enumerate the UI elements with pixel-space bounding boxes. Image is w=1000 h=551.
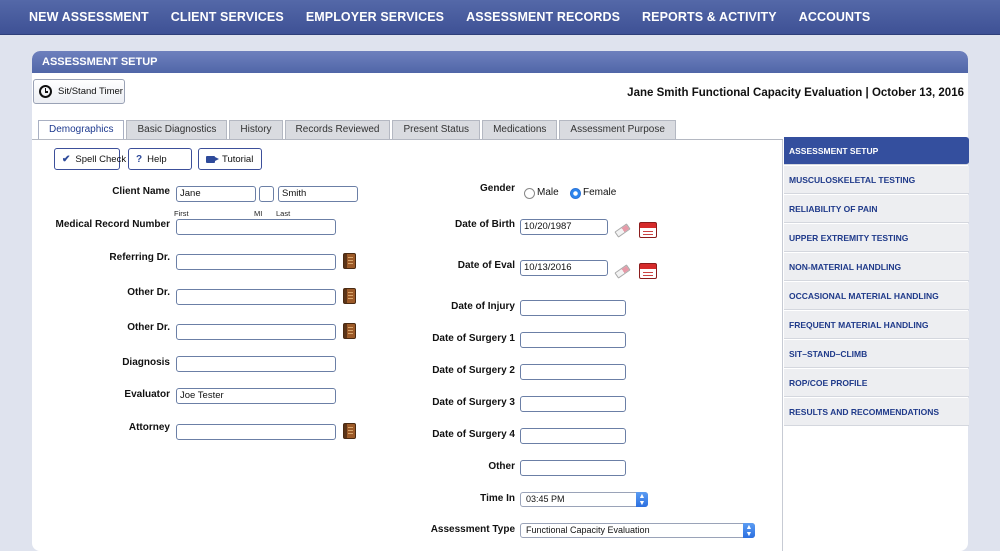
address-book-icon[interactable] [343, 423, 356, 439]
evaluation-title: Jane Smith Functional Capacity Evaluatio… [627, 87, 964, 99]
side-item-rop-coe-profile[interactable]: ROP/COE PROFILE [784, 369, 969, 397]
sit-stand-timer-button[interactable]: Sit/Stand Timer [33, 79, 125, 104]
tutorial-button[interactable]: Tutorial [198, 148, 262, 170]
other-dr-label-1: Other Dr. [127, 287, 170, 298]
side-item-frequent-material-handling[interactable]: FREQUENT MATERIAL HANDLING [784, 311, 969, 339]
surgery-1-label: Date of Surgery 1 [432, 333, 515, 344]
surgery-3-field[interactable] [520, 396, 626, 412]
attorney-field[interactable] [176, 424, 336, 440]
nav-new-assessment[interactable]: NEW ASSESSMENT [29, 10, 149, 24]
time-in-select[interactable]: 03:45 PM ▲ ▼ [520, 492, 648, 507]
assessment-type-label: Assessment Type [430, 524, 515, 535]
tab-records-reviewed[interactable]: Records Reviewed [284, 120, 391, 139]
tab-present-status[interactable]: Present Status [392, 120, 481, 139]
mrn-field[interactable] [176, 219, 336, 235]
timer-label: Sit/Stand Timer [58, 86, 123, 97]
other-dr-field-1[interactable] [176, 289, 336, 305]
clock-icon [39, 85, 52, 98]
middle-initial-field[interactable] [259, 186, 274, 202]
mi-sublabel: MI [254, 209, 263, 218]
address-book-icon[interactable] [343, 288, 356, 304]
surgery-3-label: Date of Surgery 3 [432, 397, 515, 408]
gender-male-radio[interactable] [524, 188, 535, 199]
referring-dr-field[interactable] [176, 254, 336, 270]
calendar-icon[interactable] [639, 222, 657, 238]
time-in-label: Time In [480, 493, 515, 504]
side-item-occasional-material-handling[interactable]: OCCASIONAL MATERIAL HANDLING [784, 282, 969, 310]
address-book-icon[interactable] [343, 323, 356, 339]
nav-accounts[interactable]: ACCOUNTS [799, 10, 871, 24]
nav-employer-services[interactable]: EMPLOYER SERVICES [306, 10, 444, 24]
spell-check-label: Spell Check [75, 153, 127, 165]
divider [32, 139, 783, 140]
video-camera-icon [206, 155, 219, 163]
gender-male-label: Male [537, 187, 559, 198]
tab-bar: Demographics Basic Diagnostics History R… [38, 120, 678, 140]
nav-client-services[interactable]: CLIENT SERVICES [171, 10, 284, 24]
side-item-sit-stand-climb[interactable]: SIT–STAND–CLIMB [784, 340, 969, 368]
checkmark-icon: ✔ [62, 153, 71, 165]
first-name-field[interactable]: Jane [176, 186, 256, 202]
evaluator-label: Evaluator [124, 389, 170, 400]
client-name-label: Client Name [112, 186, 170, 197]
help-label: Help [147, 153, 167, 165]
panel-title: ASSESSMENT SETUP [32, 51, 968, 73]
injury-label: Date of Injury [451, 301, 515, 312]
side-item-musculoskeletal-testing[interactable]: MUSCULOSKELETAL TESTING [784, 166, 969, 194]
nav-assessment-records[interactable]: ASSESSMENT RECORDS [466, 10, 620, 24]
evaluator-field[interactable]: Joe Tester [176, 388, 336, 404]
tab-medications[interactable]: Medications [482, 120, 558, 139]
select-arrows-icon: ▲ ▼ [743, 523, 755, 538]
other-field[interactable] [520, 460, 626, 476]
assessment-type-select[interactable]: Functional Capacity Evaluation ▲ ▼ [520, 523, 755, 538]
gender-label: Gender [479, 183, 515, 194]
gender-female-radio[interactable] [570, 188, 581, 199]
attorney-label: Attorney [128, 422, 170, 433]
first-sublabel: First [174, 209, 189, 218]
tab-history[interactable]: History [229, 120, 283, 139]
mrn-label: Medical Record Number [55, 219, 170, 230]
surgery-2-label: Date of Surgery 2 [432, 365, 515, 376]
last-name-field[interactable]: Smith [278, 186, 358, 202]
tab-content-area [32, 139, 783, 551]
side-item-upper-extremity-testing[interactable]: UPPER EXTREMITY TESTING [784, 224, 969, 252]
side-item-non-material-handling[interactable]: NON-MATERIAL HANDLING [784, 253, 969, 281]
question-icon: ? [136, 153, 143, 165]
side-item-results-recommendations[interactable]: RESULTS AND RECOMMENDATIONS [784, 398, 969, 426]
nav-reports-activity[interactable]: REPORTS & ACTIVITY [642, 10, 777, 24]
injury-field[interactable] [520, 300, 626, 316]
tab-assessment-purpose[interactable]: Assessment Purpose [559, 120, 676, 139]
address-book-icon[interactable] [343, 253, 356, 269]
tutorial-label: Tutorial [222, 153, 254, 165]
dob-field[interactable]: 10/20/1987 [520, 219, 608, 235]
surgery-4-label: Date of Surgery 4 [432, 429, 515, 440]
doe-label: Date of Eval [457, 260, 515, 271]
other-label: Other [488, 461, 515, 472]
select-arrows-icon: ▲ ▼ [636, 492, 648, 507]
assessment-type-value: Functional Capacity Evaluation [526, 525, 650, 535]
tab-basic-diagnostics[interactable]: Basic Diagnostics [126, 120, 228, 139]
surgery-1-field[interactable] [520, 332, 626, 348]
calendar-icon[interactable] [639, 263, 657, 279]
dob-label: Date of Birth [455, 219, 515, 230]
surgery-4-field[interactable] [520, 428, 626, 444]
side-menu: ASSESSMENT SETUP MUSCULOSKELETAL TESTING… [784, 137, 969, 427]
tab-demographics[interactable]: Demographics [38, 120, 125, 140]
surgery-2-field[interactable] [520, 364, 626, 380]
time-in-value: 03:45 PM [526, 494, 565, 504]
gender-female-label: Female [583, 187, 617, 198]
other-dr-label-2: Other Dr. [127, 322, 170, 333]
diagnosis-field[interactable] [176, 356, 336, 372]
other-dr-field-2[interactable] [176, 324, 336, 340]
spell-check-button[interactable]: ✔ Spell Check [54, 148, 126, 170]
last-sublabel: Last [276, 209, 291, 218]
top-nav: NEW ASSESSMENT CLIENT SERVICES EMPLOYER … [0, 0, 1000, 35]
side-item-assessment-setup[interactable]: ASSESSMENT SETUP [784, 137, 969, 165]
diagnosis-label: Diagnosis [122, 357, 170, 368]
doe-field[interactable]: 10/13/2016 [520, 260, 608, 276]
referring-dr-label: Referring Dr. [109, 252, 170, 263]
side-item-reliability-of-pain[interactable]: RELIABILITY OF PAIN [784, 195, 969, 223]
help-button[interactable]: ? Help [128, 148, 192, 170]
